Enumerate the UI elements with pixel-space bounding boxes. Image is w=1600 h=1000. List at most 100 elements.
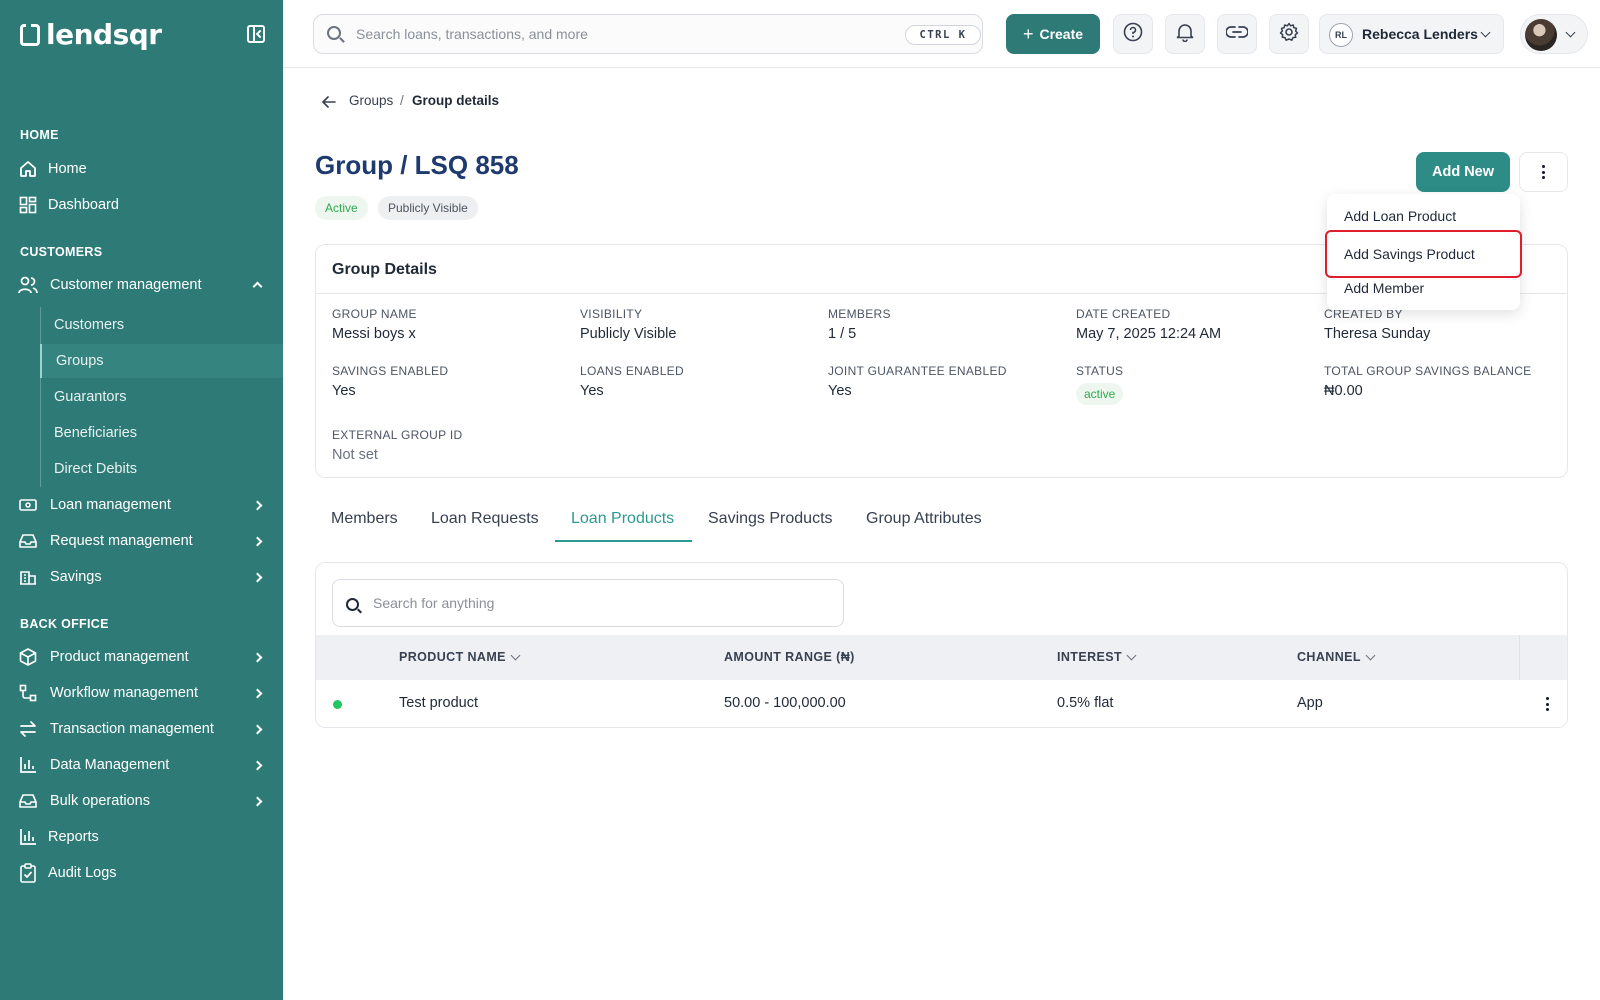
field-label: VISIBILITY xyxy=(580,307,643,321)
sidebar-subitem-groups[interactable]: Groups xyxy=(40,344,283,378)
field-status: STATUS active xyxy=(1076,364,1124,405)
field-loans-enabled: LOANS ENABLED Yes xyxy=(580,364,684,399)
chevron-down-icon xyxy=(1126,650,1137,660)
help-icon xyxy=(1123,22,1143,47)
brand-logo[interactable]: lendsqr xyxy=(20,18,162,51)
column-header-product-name[interactable]: PRODUCT NAME xyxy=(399,650,521,664)
sidebar-subitem-label: Groups xyxy=(56,353,104,369)
visibility-badge: Publicly Visible xyxy=(378,196,478,220)
tabs: Members Loan Requests Loan Products Savi… xyxy=(315,500,1568,542)
users-icon xyxy=(18,275,38,295)
user-name: Rebecca Lenders xyxy=(1362,26,1478,42)
sidebar-item-label: Loan management xyxy=(50,497,171,513)
field-label: JOINT GUARANTEE ENABLED xyxy=(828,364,1007,378)
avatar xyxy=(1525,19,1557,51)
table-row[interactable]: Test product 50.00 - 100,000.00 0.5% fla… xyxy=(316,680,1567,727)
chevron-right-icon xyxy=(252,796,263,806)
sidebar-item-label: Transaction management xyxy=(50,721,214,737)
chevron-right-icon xyxy=(252,536,263,546)
column-header-amount-range: AMOUNT RANGE (₦) xyxy=(724,650,855,664)
sidebar-item-product-management[interactable]: Product management xyxy=(0,640,283,674)
sidebar-item-home[interactable]: Home xyxy=(0,152,283,186)
help-button[interactable] xyxy=(1113,14,1153,54)
row-actions-kebab-icon[interactable] xyxy=(1546,697,1549,711)
table-search-input[interactable]: Search for anything xyxy=(332,579,844,627)
tab-members[interactable]: Members xyxy=(331,510,398,528)
create-button[interactable]: + Create xyxy=(1006,14,1100,54)
column-header-channel[interactable]: CHANNEL xyxy=(1297,650,1376,664)
clipboard-check-icon xyxy=(18,863,38,883)
notifications-button[interactable] xyxy=(1165,14,1205,54)
settings-button[interactable] xyxy=(1269,14,1309,54)
tab-loan-requests[interactable]: Loan Requests xyxy=(431,510,539,528)
section-title-customers: CUSTOMERS xyxy=(20,245,103,259)
money-icon xyxy=(18,495,38,515)
field-value: May 7, 2025 12:24 AM xyxy=(1076,326,1222,342)
menu-item-add-member[interactable]: Add Member xyxy=(1327,270,1520,306)
field-label: GROUP NAME xyxy=(332,307,417,321)
sidebar-item-savings[interactable]: Savings xyxy=(0,560,283,594)
transfer-icon xyxy=(18,719,38,739)
field-value: Not set xyxy=(332,447,378,463)
global-search-input[interactable]: Search loans, transactions, and more CTR… xyxy=(313,14,983,54)
column-header-label: INTEREST xyxy=(1057,650,1123,664)
collapse-sidebar-icon[interactable] xyxy=(247,25,265,43)
loan-products-table: Search for anything PRODUCT NAME AMOUNT … xyxy=(315,562,1568,728)
box-icon xyxy=(18,647,38,667)
sidebar-subitem-guarantors[interactable]: Guarantors xyxy=(40,380,283,414)
sidebar-item-workflow-management[interactable]: Workflow management xyxy=(0,676,283,710)
field-members: MEMBERS 1 / 5 xyxy=(828,307,891,342)
column-header-interest[interactable]: INTEREST xyxy=(1057,650,1137,664)
tab-loan-products[interactable]: Loan Products xyxy=(571,510,674,528)
field-label: LOANS ENABLED xyxy=(580,364,684,378)
breadcrumb-groups-link[interactable]: Groups xyxy=(349,93,393,108)
sidebar-subitem-label: Customers xyxy=(54,317,125,333)
chevron-right-icon xyxy=(252,500,263,510)
tab-group-attributes[interactable]: Group Attributes xyxy=(866,510,982,528)
chevron-right-icon xyxy=(252,760,263,770)
sidebar-subitem-direct-debits[interactable]: Direct Debits xyxy=(40,452,283,486)
column-header-label: PRODUCT NAME xyxy=(399,650,506,664)
sidebar-item-label: Reports xyxy=(48,829,99,845)
chevron-right-icon xyxy=(252,652,263,662)
sidebar-item-label: Savings xyxy=(50,569,102,585)
add-new-button[interactable]: Add New xyxy=(1416,152,1510,192)
column-header-label: AMOUNT RANGE (₦) xyxy=(724,650,855,664)
field-external-group-id: EXTERNAL GROUP ID Not set xyxy=(332,428,462,463)
sidebar-subitem-beneficiaries[interactable]: Beneficiaries xyxy=(40,416,283,450)
field-label: DATE CREATED xyxy=(1076,307,1171,321)
sidebar-subitem-customers[interactable]: Customers xyxy=(40,308,283,342)
more-options-button[interactable] xyxy=(1519,152,1568,192)
dashboard-icon xyxy=(18,195,38,215)
sidebar-item-dashboard[interactable]: Dashboard xyxy=(0,188,283,222)
chevron-down-icon xyxy=(1565,27,1576,38)
field-visibility: VISIBILITY Publicly Visible xyxy=(580,307,676,342)
sidebar-item-label: Customer management xyxy=(50,277,202,293)
profile-menu-button[interactable] xyxy=(1520,14,1588,54)
back-arrow-icon[interactable] xyxy=(322,95,336,114)
field-date-created: DATE CREATED May 7, 2025 12:24 AM xyxy=(1076,307,1221,342)
tab-savings-products[interactable]: Savings Products xyxy=(708,510,833,528)
user-menu-button[interactable]: RL Rebecca Lenders xyxy=(1319,14,1504,54)
link-button[interactable] xyxy=(1217,14,1257,54)
workflow-icon xyxy=(18,683,38,703)
chevron-up-icon xyxy=(252,281,263,292)
kebab-menu-icon xyxy=(1542,165,1545,179)
sidebar-item-bulk-operations[interactable]: Bulk operations xyxy=(0,784,283,818)
sidebar-item-transaction-management[interactable]: Transaction management xyxy=(0,712,283,746)
sidebar-item-audit-logs[interactable]: Audit Logs xyxy=(0,856,283,890)
field-label: EXTERNAL GROUP ID xyxy=(332,428,463,442)
section-title-back-office: BACK OFFICE xyxy=(20,617,109,631)
sidebar-item-data-management[interactable]: Data Management xyxy=(0,748,283,782)
menu-item-add-loan-product[interactable]: Add Loan Product xyxy=(1327,198,1520,234)
status-badge: active xyxy=(1076,383,1124,405)
sidebar-item-customer-management[interactable]: Customer management xyxy=(0,268,283,302)
sidebar-item-label: Audit Logs xyxy=(48,865,117,881)
sidebar-item-reports[interactable]: Reports xyxy=(0,820,283,854)
sidebar-item-loan-management[interactable]: Loan management xyxy=(0,488,283,522)
sidebar: lendsqr HOME Home Dashboard CUSTOMERS Cu… xyxy=(0,0,283,1000)
sidebar-item-label: Workflow management xyxy=(50,685,199,701)
section-title-home: HOME xyxy=(20,128,59,142)
sidebar-item-request-management[interactable]: Request management xyxy=(0,524,283,558)
field-value: Yes xyxy=(580,383,604,399)
